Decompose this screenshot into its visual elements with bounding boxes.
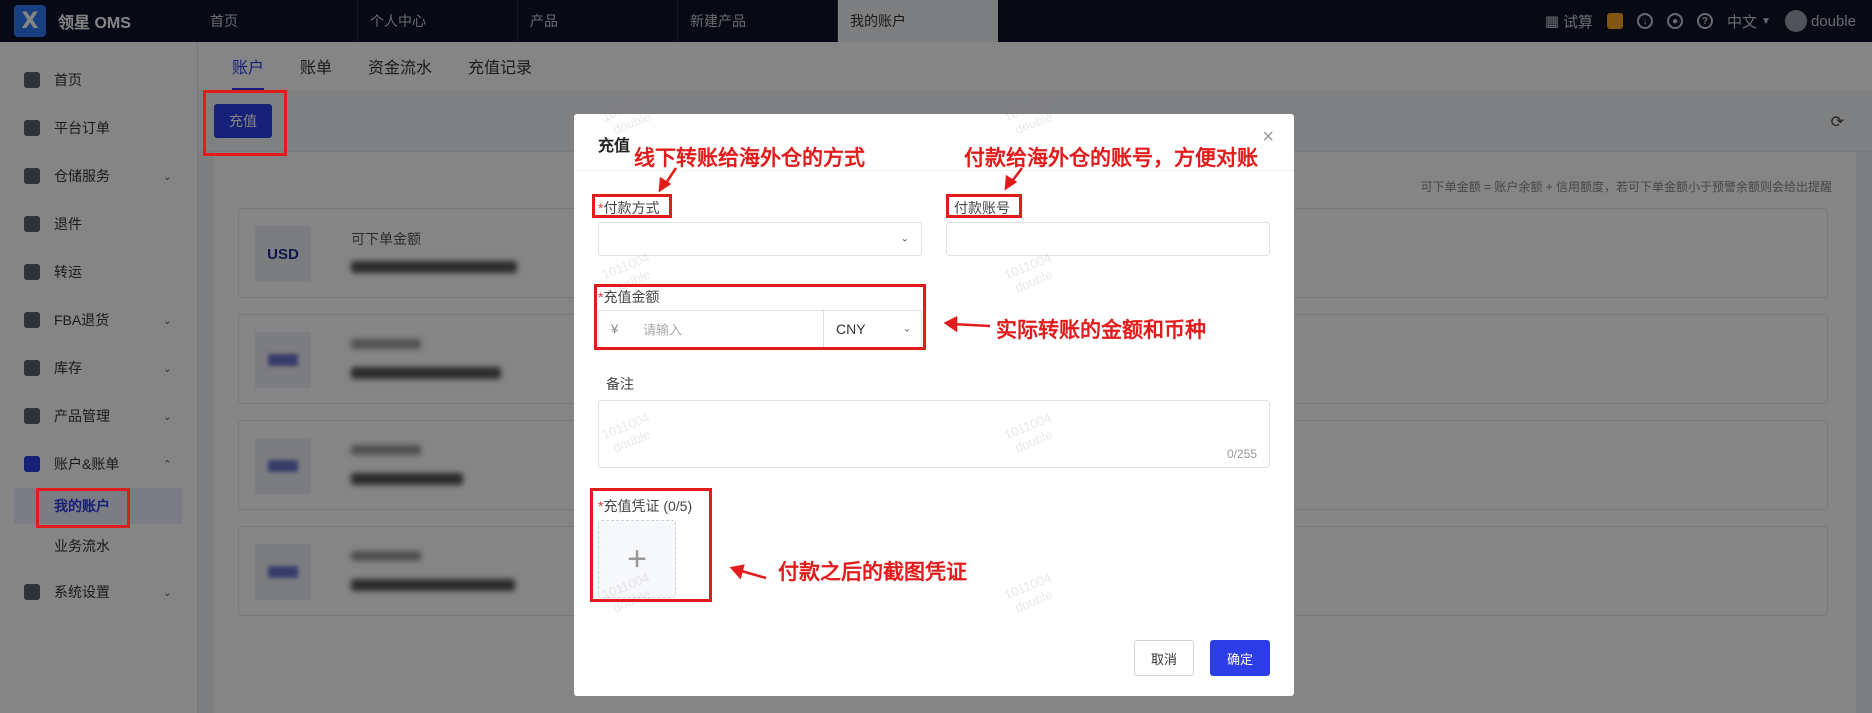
arrow-amount [951, 322, 991, 328]
arrowhead-amount [943, 315, 958, 333]
arrowhead-voucher [729, 564, 745, 580]
annotation-arrows [658, 167, 1023, 580]
